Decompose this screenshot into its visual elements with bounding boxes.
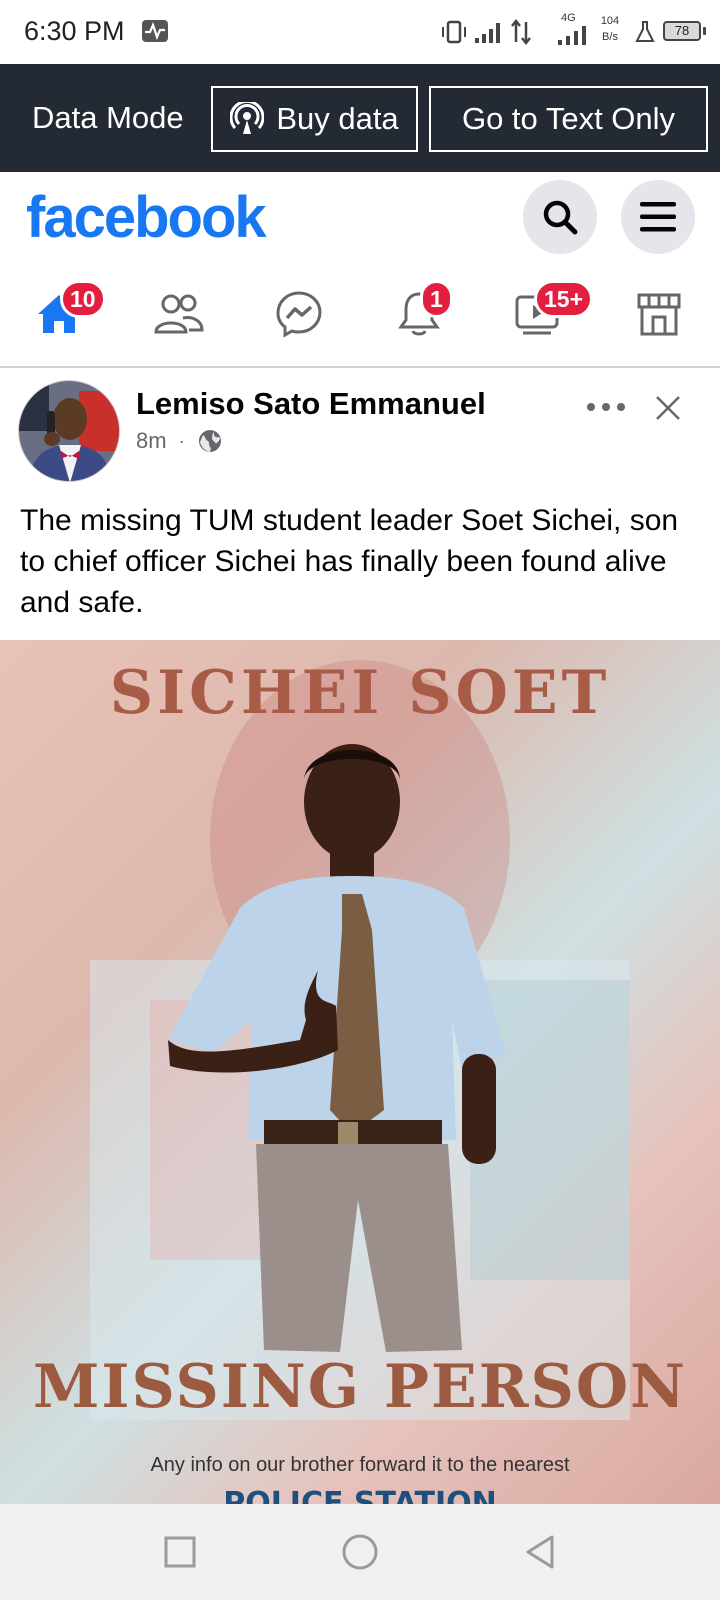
status-bar: 6:30 PM 4G 104 B/s 78 xyxy=(0,0,720,64)
menu-button[interactable] xyxy=(621,180,695,254)
tab-watch[interactable]: 15+ xyxy=(504,280,594,346)
close-icon xyxy=(656,396,680,420)
text-only-button[interactable]: Go to Text Only xyxy=(429,86,708,152)
network-speed-unit: B/s xyxy=(602,31,618,43)
tab-notifications[interactable]: 1 xyxy=(384,280,454,346)
recent-apps-button[interactable] xyxy=(160,1532,200,1572)
network-speed: 104 xyxy=(600,15,620,27)
buy-data-label: Buy data xyxy=(276,101,399,136)
battery-cap xyxy=(703,27,706,35)
post-text: The missing TUM student leader Soet Sich… xyxy=(20,504,679,619)
activity-icon xyxy=(142,20,168,42)
data-mode-label: Data Mode xyxy=(32,100,184,135)
search-button[interactable] xyxy=(523,180,597,254)
status-icons: 4G 104 B/s 78 xyxy=(420,0,720,64)
notifications-badge: 1 xyxy=(420,280,453,318)
data-transfer-icon xyxy=(511,18,531,46)
meta-separator: · xyxy=(178,430,185,451)
post-header: Lemiso Sato Emmanuel 8m · xyxy=(0,368,720,486)
author-avatar[interactable] xyxy=(18,380,120,482)
poster-station-text: POLICE STATION xyxy=(223,1486,497,1504)
square-icon xyxy=(164,1536,196,1568)
tab-messenger[interactable] xyxy=(264,282,334,346)
post-image[interactable]: SICHEI SOET MISSING PERSON Any info on o… xyxy=(0,640,720,1504)
tab-home[interactable]: 10 xyxy=(24,280,106,346)
tab-marketplace[interactable] xyxy=(624,282,694,346)
search-icon xyxy=(543,200,578,235)
home-badge: 10 xyxy=(60,280,106,318)
back-button[interactable] xyxy=(520,1532,560,1572)
battery-level: 78 xyxy=(674,23,690,38)
home-system-button[interactable] xyxy=(340,1532,380,1572)
text-only-label: Go to Text Only xyxy=(461,101,676,136)
vibrate-icon xyxy=(442,20,466,44)
post-time[interactable]: 8m xyxy=(136,428,167,454)
more-icon xyxy=(587,403,625,411)
circle-icon xyxy=(342,1534,378,1570)
watch-badge: 15+ xyxy=(534,280,594,318)
more-options-button[interactable] xyxy=(584,392,628,422)
marketplace-icon xyxy=(637,293,681,336)
post-meta: 8m · xyxy=(136,428,223,454)
status-time: 6:30 PM xyxy=(24,16,125,46)
app-header: facebook xyxy=(0,172,720,268)
poster-info-text: Any info on our brother forward it to th… xyxy=(150,1454,570,1476)
poster-missing-heading: MISSING PERSON xyxy=(32,1352,687,1422)
buy-data-button[interactable]: Buy data xyxy=(211,86,418,152)
post-author[interactable]: Lemiso Sato Emmanuel xyxy=(136,386,486,422)
hide-post-button[interactable] xyxy=(648,388,688,428)
system-navigation-bar xyxy=(0,1504,720,1600)
signal-icon xyxy=(475,23,500,43)
avatar-image xyxy=(19,381,119,481)
facebook-logo[interactable]: facebook xyxy=(26,184,267,251)
battery-icon: 78 xyxy=(663,21,701,41)
globe-icon xyxy=(198,430,221,452)
signal-4g-icon xyxy=(558,26,586,45)
poster-title: SICHEI SOET xyxy=(109,658,611,728)
hamburger-icon xyxy=(640,202,676,232)
flask-icon xyxy=(635,21,655,42)
back-triangle-icon xyxy=(526,1535,554,1569)
tab-friends[interactable] xyxy=(144,282,214,346)
friends-icon xyxy=(154,294,204,334)
tab-bar: 10 1 15+ xyxy=(0,268,720,368)
data-mode-bar: Data Mode Buy data Go to Text Only xyxy=(0,64,720,172)
network-type: 4G xyxy=(561,12,576,24)
broadcast-icon xyxy=(230,102,265,134)
messenger-icon xyxy=(276,291,322,338)
